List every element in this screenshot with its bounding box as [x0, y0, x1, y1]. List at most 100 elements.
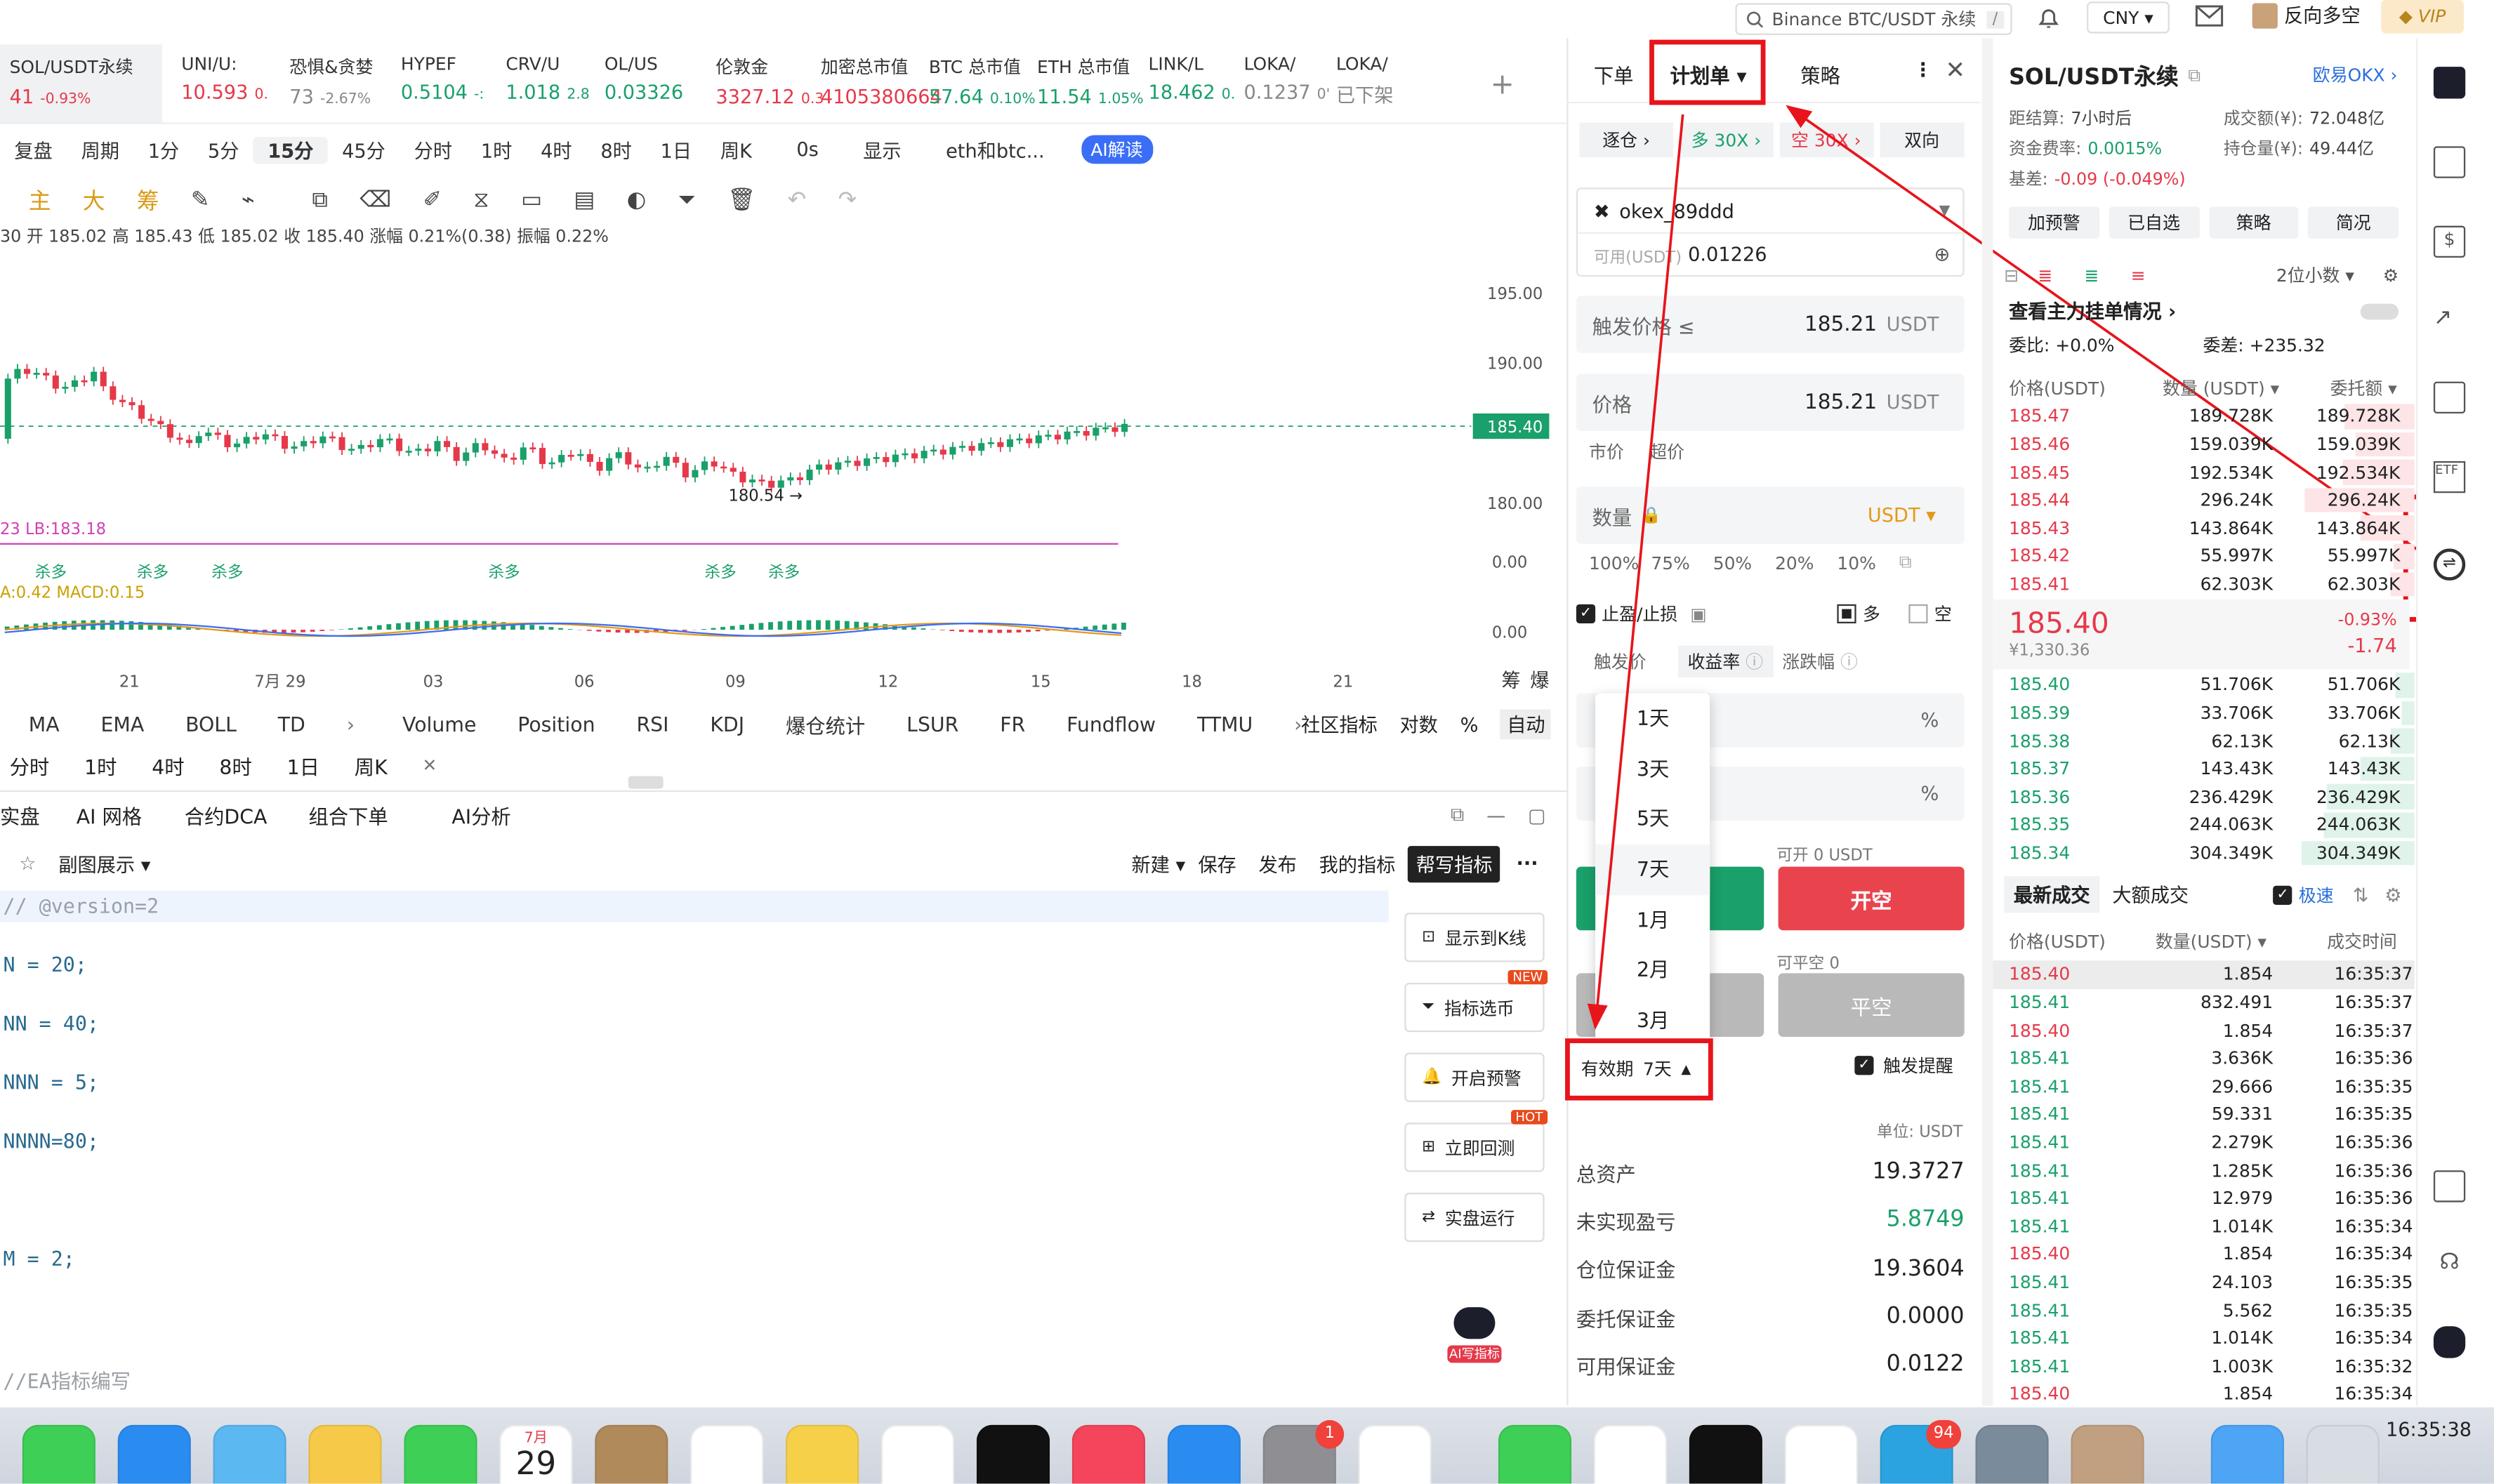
bottom-tab[interactable]: AI分析	[451, 800, 547, 830]
orderbook-panel-icon[interactable]	[2433, 67, 2466, 99]
chart-tool-item[interactable]: 周期	[67, 136, 133, 164]
editor-side-button[interactable]: ⇄ 实盘运行	[1404, 1192, 1545, 1243]
minimize-icon[interactable]: —	[1486, 804, 1505, 826]
photo-thumb-icon[interactable]	[1975, 1424, 2049, 1484]
both-side-icon[interactable]: ⊟	[2004, 265, 2019, 285]
exchange-link[interactable]: 欧易OKX ›	[2313, 62, 2398, 87]
user-menu[interactable]: 反向多空	[2252, 1, 2361, 29]
vip-badge[interactable]: ◆ VIP	[2381, 0, 2464, 34]
period-item[interactable]: 分时	[10, 750, 50, 781]
chart-tool-item[interactable]: 45分	[328, 136, 400, 164]
candlestick-chart[interactable]: 195.00190.00180.00185.40180.54 →23 LB:18…	[0, 254, 1566, 699]
bell-icon[interactable]	[2036, 5, 2061, 30]
chip-corner-label[interactable]: 筹	[1501, 670, 1520, 692]
change-mode-tab[interactable]: 涨跌幅 ⓘ	[1782, 649, 1858, 674]
log-scale-toggle[interactable]: 对数	[1399, 711, 1437, 738]
settings-icon[interactable]: ⚙	[2383, 265, 2399, 285]
chart-tool-item[interactable]: 显示	[849, 136, 916, 164]
add-ticker-icon[interactable]: +	[1491, 68, 1515, 102]
book-row[interactable]: 185.36 236.429K 236.429K	[1993, 783, 2415, 811]
indicator-tab[interactable]: KDJ	[710, 713, 744, 736]
contacts-icon[interactable]	[595, 1424, 668, 1484]
currency-select[interactable]: CNY ▾	[2087, 1, 2170, 34]
subchart-display-select[interactable]: 副图展示 ▾	[58, 850, 150, 877]
chart-tool-item[interactable]: 15分	[253, 135, 328, 164]
copy-tool-icon[interactable]: ⧉	[312, 187, 328, 213]
hedge-mode[interactable]: 双向	[1879, 122, 1965, 158]
return-mode-tab[interactable]: 收益率 ⓘ	[1677, 645, 1773, 678]
photo-thumb-icon[interactable]	[2071, 1424, 2144, 1484]
ticker-item[interactable]: CRV/U 1.018 2.8	[496, 44, 595, 122]
short-leverage[interactable]: 空 30X ›	[1779, 122, 1873, 158]
editor-side-button[interactable]: 🔔 开启预警	[1404, 1052, 1545, 1102]
percent-button[interactable]: 50%	[1713, 552, 1775, 573]
editor-side-button[interactable]: ⏷ 指标选币 NEW	[1404, 969, 1548, 1033]
alert-checkbox[interactable]: ✓	[1854, 1056, 1874, 1075]
bottom-tab[interactable]: 实盘	[0, 800, 77, 830]
book-row[interactable]: 185.42 55.997K 55.997K	[1993, 542, 2415, 570]
main-orders-row[interactable]: 查看主力挂单情况 ›	[2009, 298, 2399, 325]
facetime-icon[interactable]	[404, 1424, 477, 1484]
indicator-tab[interactable]: MA	[29, 713, 60, 736]
indicator-tab[interactable]: LSUR	[906, 713, 958, 736]
col-amount[interactable]: 委托额 ▾	[2279, 376, 2397, 401]
indicator-tab[interactable]: Volume	[402, 713, 476, 736]
trigger-price-field[interactable]: 触发价格 ≤ 185.21 USDT	[1576, 296, 1965, 353]
dollar-icon[interactable]: $	[2433, 225, 2466, 258]
copy-icon[interactable]: ⧉	[2188, 65, 2201, 88]
bid-side-icon[interactable]: ≣	[2038, 265, 2052, 285]
notes-icon[interactable]	[786, 1424, 859, 1484]
period-item[interactable]: 1日	[287, 750, 319, 781]
indicator-tab[interactable]: TTMU	[1197, 713, 1253, 736]
big-toggle[interactable]: 大	[83, 185, 105, 216]
book-row[interactable]: 185.43 143.864K 143.864K	[1993, 515, 2415, 543]
chart-tool-item[interactable]: 1日	[646, 136, 706, 164]
percent-toggle[interactable]: %	[1460, 713, 1479, 736]
publish-button[interactable]: 发布	[1258, 850, 1296, 877]
book-row[interactable]: 185.34 304.349K 304.349K	[1993, 839, 2415, 867]
chart-tool-item[interactable]: 1时	[466, 136, 526, 164]
trend-icon[interactable]: ↗	[2434, 305, 2465, 337]
new-button[interactable]: 新建 ▾	[1132, 850, 1186, 877]
book-row[interactable]: 185.45 192.534K 192.534K	[1993, 458, 2415, 486]
tpsl-checkbox[interactable]: ✓	[1576, 604, 1596, 623]
close-short-button[interactable]: 平空	[1778, 973, 1965, 1037]
ticker-item[interactable]: 恐惧&贪婪 73 -2.67%	[280, 44, 392, 122]
book-row[interactable]: 185.46 159.039K 159.039K	[1993, 430, 2415, 458]
aicoin-icon[interactable]	[1689, 1424, 1762, 1484]
layout-icon[interactable]	[2433, 1170, 2466, 1203]
period-item[interactable]: 1时	[84, 750, 117, 781]
book-row[interactable]: 185.38 62.13K 62.13K	[1993, 727, 2415, 755]
more-vertical-icon[interactable]: ⋮	[1913, 59, 1932, 81]
delete-tool-icon[interactable]: 🗑	[727, 187, 756, 213]
ticker-item[interactable]: ETH 总市值 11.54 1.05%	[1027, 44, 1144, 122]
quantity-unit-select[interactable]: USDT ▾	[1868, 504, 1936, 526]
tv-icon[interactable]	[976, 1424, 1050, 1484]
chart-tool-item[interactable]: 4时	[527, 136, 586, 164]
book-row[interactable]: 185.37 143.43K 143.43K	[1993, 755, 2415, 783]
ask-side-icon[interactable]: ≣	[2085, 265, 2099, 285]
chip-toggle[interactable]: 筹	[137, 185, 159, 216]
magnet-tool-icon[interactable]: ◐	[627, 187, 647, 213]
finder-folder-icon[interactable]	[2210, 1424, 2284, 1484]
tab-place-order[interactable]: 下单	[1594, 59, 1664, 89]
qq-icon[interactable]	[1358, 1424, 1432, 1484]
book-row[interactable]: 185.44 296.24K 296.24K	[1993, 486, 2415, 515]
validity-option[interactable]: 2月	[1595, 946, 1710, 996]
wechat-icon[interactable]	[1498, 1424, 1572, 1484]
liquidation-corner-label[interactable]: 爆	[1530, 670, 1549, 692]
percent-button[interactable]: 20%	[1775, 552, 1837, 573]
chart-tool-item[interactable]: 周K	[706, 136, 767, 164]
photos-icon[interactable]	[308, 1424, 382, 1484]
editor-side-button[interactable]: ⊞ 立即回测 HOT	[1404, 1110, 1548, 1172]
percent-button[interactable]: 75%	[1651, 552, 1713, 573]
col-qty[interactable]: 数量 (USDT) ▾	[2142, 376, 2279, 401]
global-search[interactable]: Binance BTC/USDT 永续 /	[1735, 3, 2012, 35]
add-funds-icon[interactable]: ⊕	[1934, 244, 1950, 266]
price-field[interactable]: 价格 185.21 USDT	[1576, 373, 1965, 431]
percent-button[interactable]: 100%	[1589, 552, 1651, 573]
trash-icon[interactable]	[2306, 1424, 2380, 1484]
gear-icon[interactable]: ⚙	[2384, 883, 2401, 906]
chart-tool-item[interactable]: 复盘	[0, 136, 67, 164]
period-item[interactable]: 8时	[219, 750, 251, 781]
